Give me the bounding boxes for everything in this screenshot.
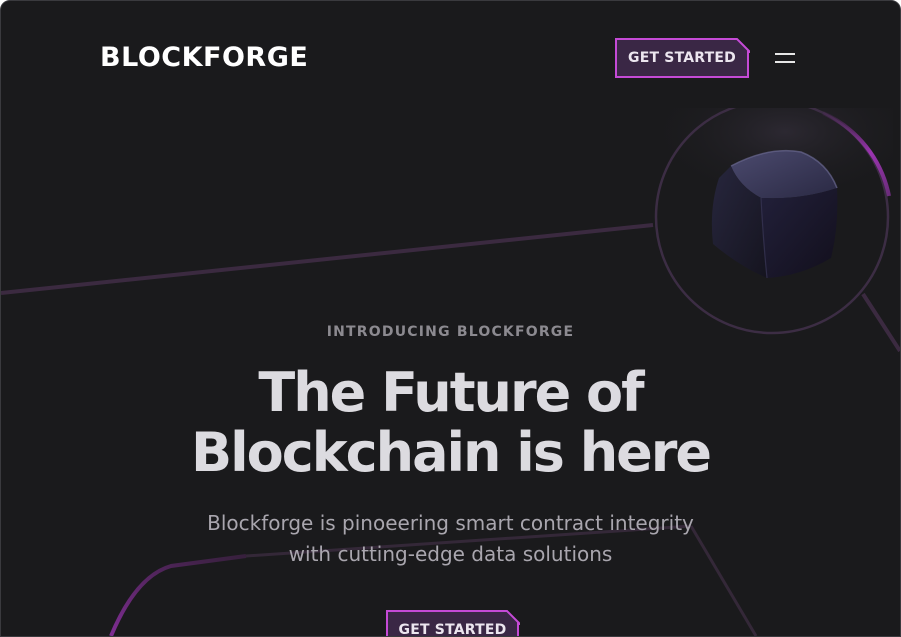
headline-line-1: The Future of <box>258 361 644 424</box>
cube-icon <box>653 108 893 335</box>
brand-logo[interactable]: BLOCKFORGE <box>100 42 308 74</box>
hero-eyebrow: INTRODUCING BLOCKFORGE <box>326 324 575 340</box>
hero-headline: The Future of Blockchain is here <box>1 363 900 483</box>
subtitle-line-1: Blockforge is pinoeering smart contract … <box>207 511 694 535</box>
hamburger-menu-icon[interactable] <box>771 49 799 67</box>
subtitle-line-2: with cutting-edge data solutions <box>288 542 613 566</box>
menu-bar-bottom <box>775 61 795 63</box>
get-started-button-header[interactable]: GET STARTED <box>615 38 749 78</box>
hero-subtitle: Blockforge is pinoeering smart contract … <box>1 508 900 570</box>
menu-bar-top <box>775 53 795 55</box>
page-frame: BLOCKFORGE GET STARTED INTRODUCING BLOCK… <box>0 0 901 637</box>
get-started-button-hero[interactable]: GET STARTED <box>386 610 519 637</box>
headline-line-2: Blockchain is here <box>190 421 712 484</box>
